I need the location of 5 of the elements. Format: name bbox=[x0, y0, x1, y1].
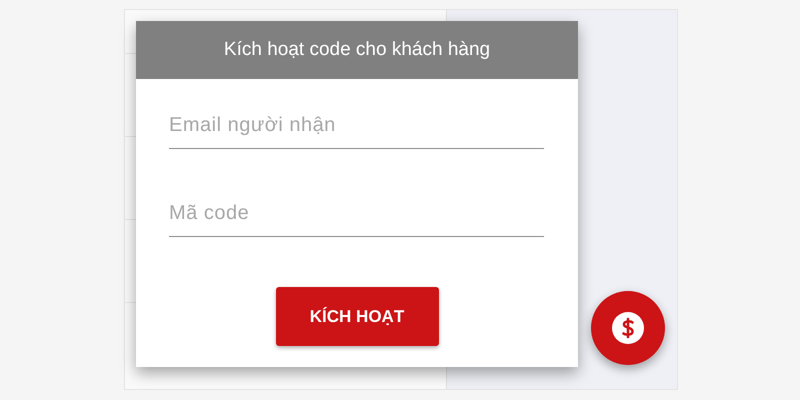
dialog-title: Kích hoạt code cho khách hàng bbox=[136, 21, 578, 79]
input-field[interactable]: Email người nhận bbox=[169, 103, 544, 149]
input-field[interactable]: Mã code bbox=[169, 191, 544, 237]
activate-button[interactable]: KÍCH HOẠT bbox=[276, 287, 438, 346]
dollar-icon bbox=[611, 311, 645, 345]
